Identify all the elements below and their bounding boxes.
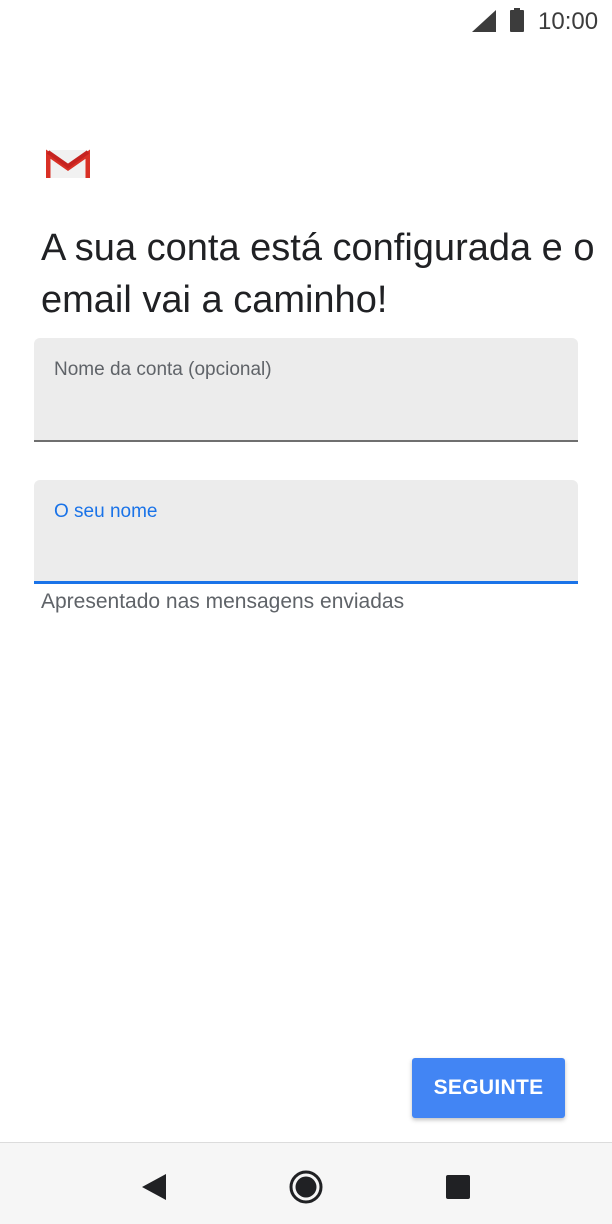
- screen: 10:00 A sua conta está configurada e o e…: [0, 0, 612, 1224]
- gmail-logo: [46, 149, 90, 178]
- status-bar: 10:00: [0, 0, 612, 44]
- recents-icon: [446, 1175, 470, 1199]
- account-name-label: Nome da conta (opcional): [54, 359, 272, 380]
- signal-icon: [472, 10, 496, 32]
- your-name-input[interactable]: [54, 532, 554, 568]
- recents-button[interactable]: [438, 1167, 478, 1207]
- back-icon: [142, 1174, 166, 1200]
- home-icon: [289, 1170, 323, 1204]
- back-button[interactable]: [134, 1167, 174, 1207]
- navigation-bar: [0, 1142, 612, 1224]
- next-button[interactable]: SEGUINTE: [412, 1058, 565, 1118]
- your-name-helper-text: Apresentado nas mensagens enviadas: [41, 590, 405, 613]
- battery-icon: [510, 8, 524, 32]
- account-name-input[interactable]: [54, 390, 554, 426]
- your-name-field[interactable]: O seu nome: [34, 480, 578, 584]
- your-name-label: O seu nome: [54, 501, 158, 522]
- page-title: A sua conta está configurada e o email v…: [41, 227, 595, 321]
- account-name-field[interactable]: Nome da conta (opcional): [34, 338, 578, 442]
- status-time: 10:00: [538, 8, 599, 35]
- home-button[interactable]: [286, 1167, 326, 1207]
